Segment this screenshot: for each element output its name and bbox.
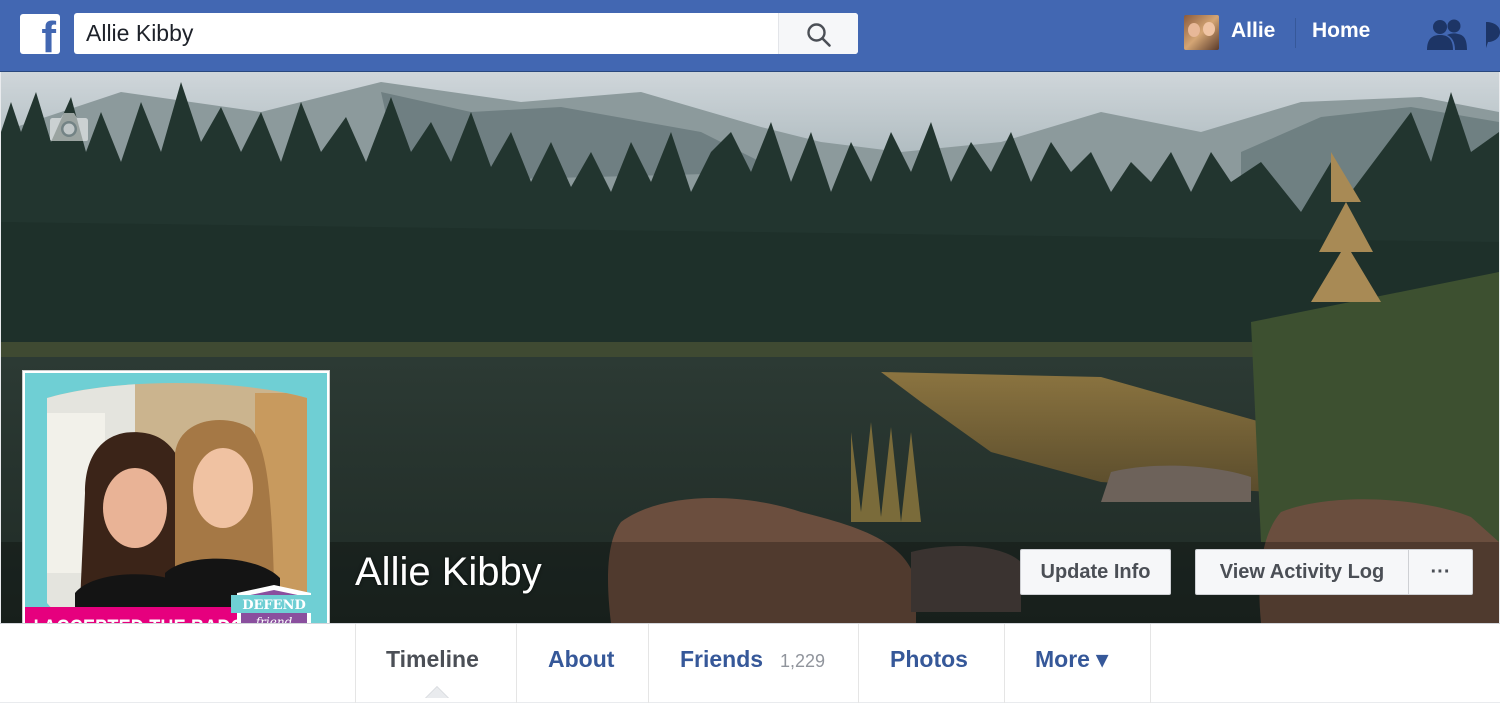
tab-friends-label: Friends — [680, 646, 764, 672]
tab-more[interactable]: More ▾ — [1004, 624, 1151, 703]
nav-user-name[interactable]: Allie — [1231, 19, 1275, 43]
tab-friends[interactable]: Friends 1,229 — [648, 624, 859, 703]
profile-tabs-bar: Timeline About Friends 1,229 Photos More… — [0, 623, 1500, 703]
profile-name[interactable]: Allie Kibby — [355, 550, 542, 595]
camera-icon[interactable] — [49, 112, 89, 142]
nav-divider — [1295, 18, 1296, 48]
facebook-logo-icon[interactable]: f — [20, 14, 60, 54]
search-box — [74, 13, 858, 54]
top-navigation-bar: f Allie Home — [0, 0, 1500, 72]
friend-requests-icon[interactable] — [1425, 18, 1469, 52]
user-avatar[interactable] — [1184, 15, 1219, 50]
tab-photos[interactable]: Photos — [858, 624, 1005, 703]
tab-photos-label: Photos — [890, 646, 968, 672]
more-options-button[interactable]: ··· — [1408, 549, 1473, 595]
search-input[interactable] — [74, 13, 778, 54]
update-info-button[interactable]: Update Info — [1020, 549, 1171, 595]
tab-timeline-label: Timeline — [386, 646, 479, 672]
tab-more-label: More ▾ — [1035, 646, 1108, 672]
messages-icon[interactable] — [1486, 18, 1500, 52]
badge-logo-top: DEFEND — [242, 598, 305, 613]
tab-about-label: About — [548, 646, 615, 672]
view-activity-log-button[interactable]: View Activity Log — [1195, 549, 1409, 595]
nav-home-link[interactable]: Home — [1312, 19, 1370, 43]
friends-count: 1,229 — [780, 651, 826, 671]
active-tab-caret — [425, 686, 449, 698]
search-icon — [807, 23, 831, 47]
tab-about[interactable]: About — [516, 624, 649, 703]
search-button[interactable] — [778, 13, 858, 54]
